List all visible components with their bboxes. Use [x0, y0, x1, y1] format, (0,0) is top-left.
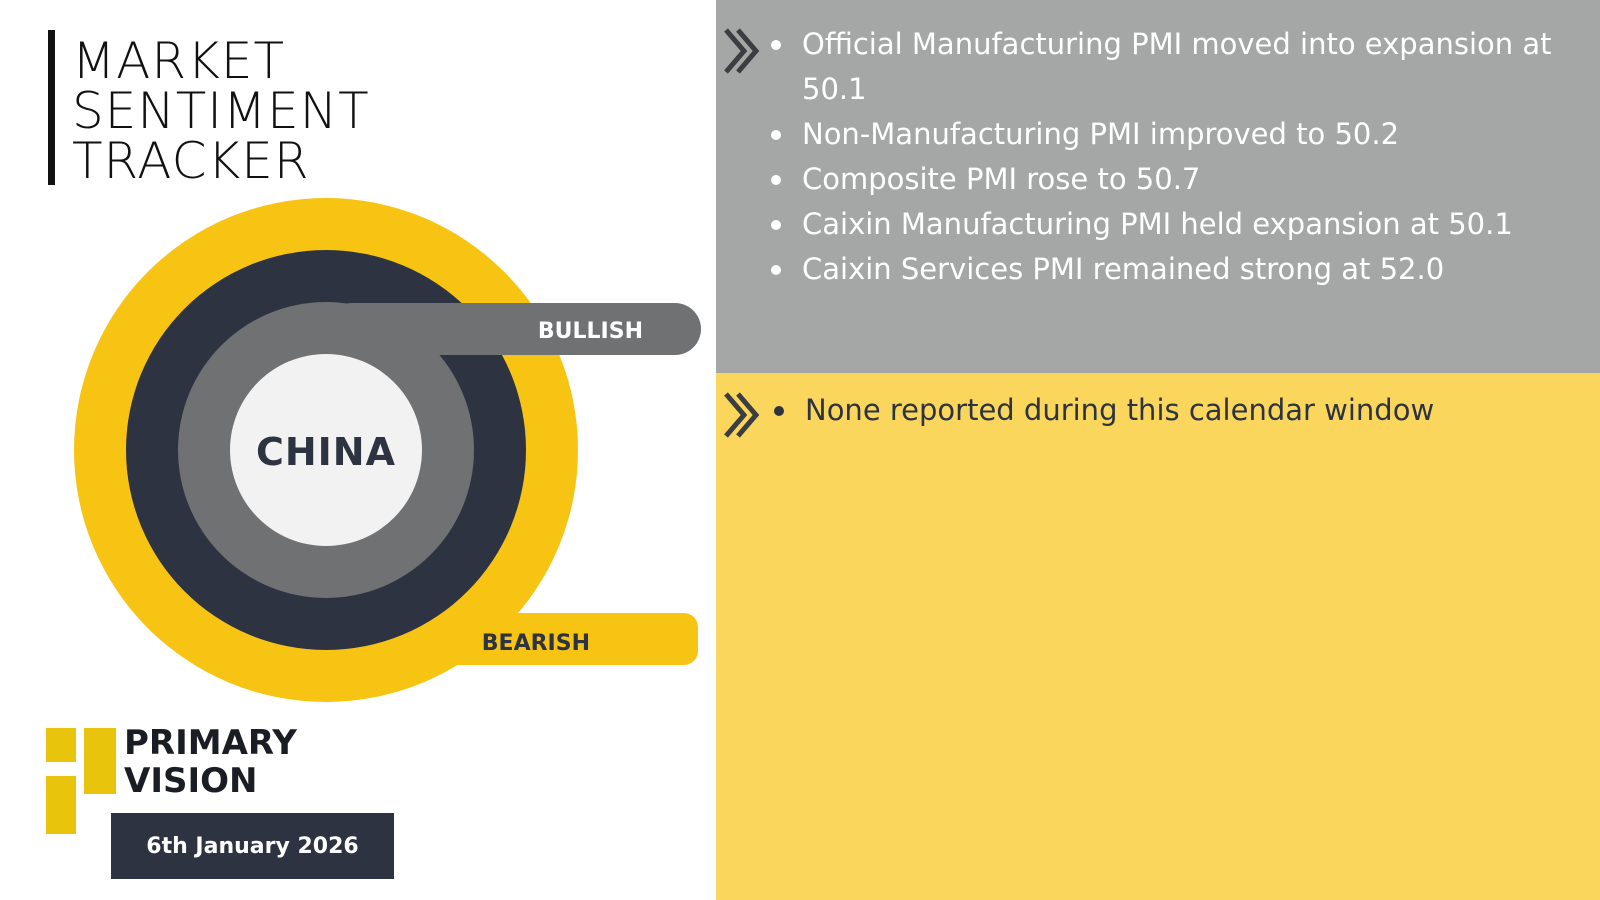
list-item: Caixin Services PMI remained strong at 5… [768, 247, 1558, 292]
bearish-label: BEARISH [482, 631, 590, 656]
list-item: None reported during this calendar windo… [771, 388, 1571, 433]
list-item: Non-Manufacturing PMI improved to 50.2 [768, 112, 1558, 157]
double-chevron-right-icon [724, 28, 760, 74]
brand-name: PRIMARY VISION [124, 724, 297, 800]
bullish-label: BULLISH [538, 319, 643, 344]
events-panel [716, 373, 1600, 900]
list-item: Caixin Manufacturing PMI held expansion … [768, 202, 1558, 247]
brand-line-1: PRIMARY [124, 723, 297, 763]
list-item: Official Manufacturing PMI moved into ex… [768, 22, 1558, 112]
double-chevron-right-icon [724, 392, 760, 438]
list-item: Composite PMI rose to 50.7 [768, 157, 1558, 202]
title-line-1: MARKET [72, 32, 286, 90]
brand-line-2: VISION [124, 761, 258, 801]
events-list: None reported during this calendar windo… [771, 388, 1571, 433]
sentiment-gauge: CHINA BULLISH BEARISH [74, 198, 701, 702]
left-panel: MARKET SENTIMENT TRACKER CHINA BULLISH B… [0, 0, 716, 900]
indicator-list: Official Manufacturing PMI moved into ex… [768, 22, 1558, 292]
primary-vision-logo-icon [46, 728, 116, 834]
title-accent-bar [48, 30, 55, 185]
page-title: MARKET SENTIMENT TRACKER [72, 36, 370, 186]
title-line-2: SENTIMENT [72, 82, 370, 140]
date-badge: 6th January 2026 [111, 813, 394, 879]
center-label: CHINA [256, 430, 396, 474]
title-line-3: TRACKER [72, 132, 310, 190]
